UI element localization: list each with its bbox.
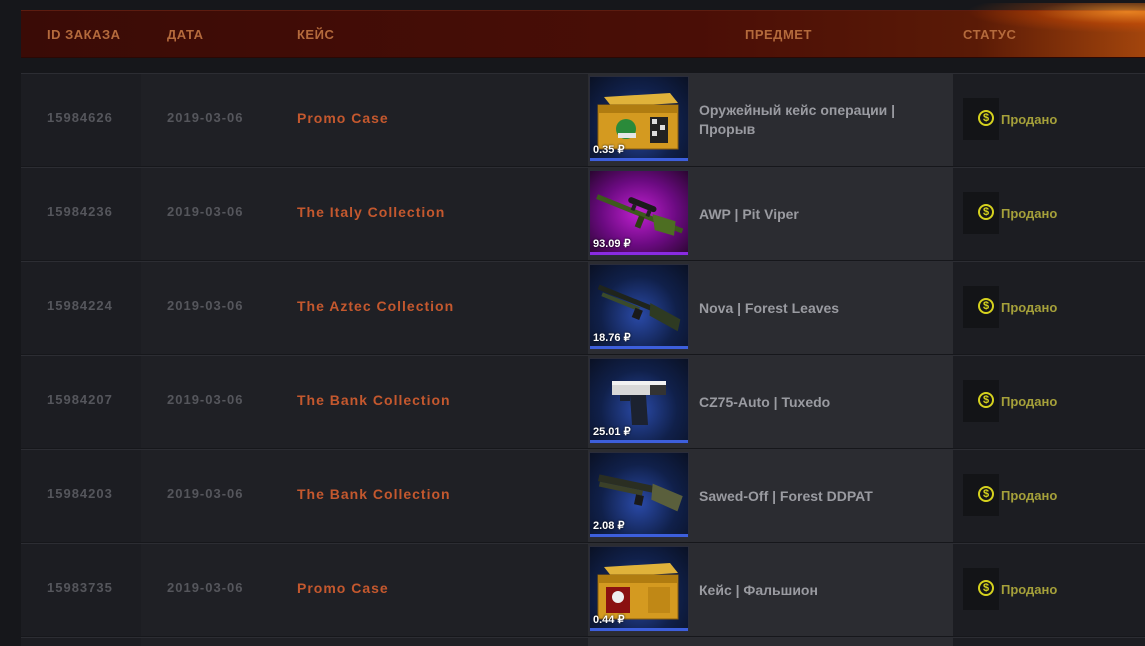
header-status: СТАТУС [963,27,1017,42]
order-id: 15984236 [47,204,113,219]
header-item: ПРЕДМЕТ [745,27,812,42]
header-case: КЕЙС [297,27,335,42]
item-name[interactable]: CZ75-Auto | Tuxedo [699,356,949,448]
table-row: 15984203 2019-03-06 The Bank Collection … [21,449,1145,543]
table-row: 15983735 2019-03-06 Promo Case 0.44 ₽ Ке… [21,543,1145,637]
item-name[interactable]: Sawed-Off | Forest DDPAT [699,450,949,542]
item-price: 0.44 ₽ [593,614,625,626]
case-link[interactable]: The Bank Collection [297,392,451,408]
coin-icon: $ [978,486,994,502]
order-date: 2019-03-06 [167,298,244,313]
order-date: 2019-03-06 [167,580,244,595]
header-date: ДАТА [167,27,204,42]
item-price: 18.76 ₽ [593,332,631,344]
item-name[interactable]: AWP | Pit Viper [699,168,949,260]
table-row: 15984626 2019-03-06 Promo Case 0.35 ₽ Ор… [21,73,1145,167]
order-date: 2019-03-06 [167,204,244,219]
status-text: Продано [1001,582,1058,597]
item-thumbnail[interactable]: 2.08 ₽ [589,452,689,538]
order-id: 15983735 [47,580,113,595]
order-id: 15984203 [47,486,113,501]
item-thumbnail[interactable]: 25.01 ₽ [589,358,689,444]
order-id: 15984207 [47,392,113,407]
item-price: 25.01 ₽ [593,426,631,438]
coin-icon: $ [978,392,994,408]
order-id: 15984224 [47,298,113,313]
case-link[interactable]: The Bank Collection [297,486,451,502]
item-price: 93.09 ₽ [593,238,631,250]
table-row: 15984207 2019-03-06 The Bank Collection … [21,355,1145,449]
item-price: 0.35 ₽ [593,144,625,156]
case-link[interactable]: The Italy Collection [297,204,445,220]
coin-icon: $ [978,110,994,126]
item-name[interactable]: Кейс | Фальшион [699,544,949,636]
coin-icon: $ [978,298,994,314]
status-text: Продано [1001,300,1058,315]
item-thumbnail[interactable]: 0.35 ₽ [589,76,689,162]
item-price: 2.08 ₽ [593,520,625,532]
case-link[interactable]: The Aztec Collection [297,298,454,314]
status-text: Продано [1001,394,1058,409]
order-date: 2019-03-06 [167,110,244,125]
item-name[interactable]: Оружейный кейс операции | Прорыв [699,74,949,166]
coin-icon: $ [978,204,994,220]
order-id: 15984626 [47,110,113,125]
item-name[interactable]: Nova | Forest Leaves [699,262,949,354]
orders-table: ID ЗАКАЗА ДАТА КЕЙС ПРЕДМЕТ СТАТУС 15984… [21,3,1145,646]
item-thumbnail[interactable]: 0.44 ₽ [589,546,689,632]
case-link[interactable]: Promo Case [297,580,389,596]
order-date: 2019-03-06 [167,392,244,407]
item-thumbnail[interactable]: 93.09 ₽ [589,170,689,256]
item-thumbnail[interactable]: 18.76 ₽ [589,264,689,350]
status-text: Продано [1001,112,1058,127]
table-row: 15984236 2019-03-06 The Italy Collection… [21,167,1145,261]
case-link[interactable]: Promo Case [297,110,389,126]
table-header: ID ЗАКАЗА ДАТА КЕЙС ПРЕДМЕТ СТАТУС [21,3,1145,58]
table-row-partial [21,637,1145,646]
table-row: 15984224 2019-03-06 The Aztec Collection… [21,261,1145,355]
status-text: Продано [1001,488,1058,503]
status-text: Продано [1001,206,1058,221]
header-id: ID ЗАКАЗА [47,27,121,42]
coin-icon: $ [978,580,994,596]
order-date: 2019-03-06 [167,486,244,501]
